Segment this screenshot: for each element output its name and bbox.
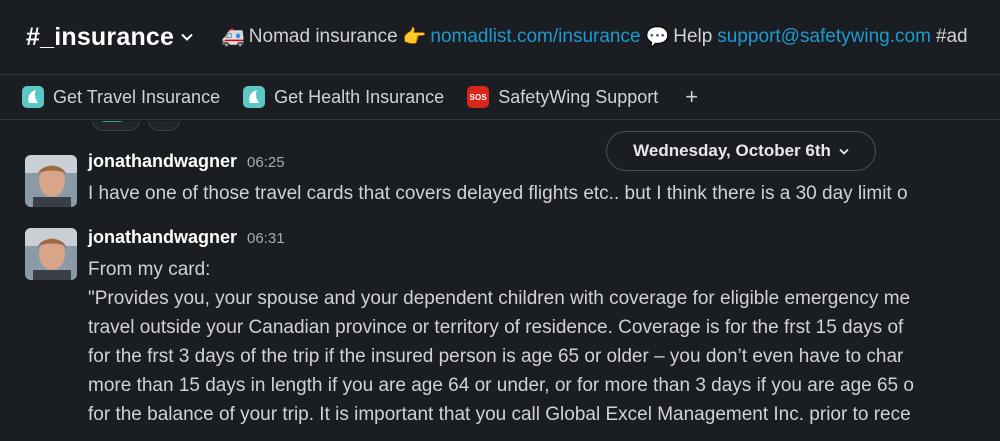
add-bookmark-button[interactable]: + — [685, 84, 698, 110]
channel-hash: # — [26, 22, 41, 51]
topic-text-help: Help — [673, 26, 713, 47]
topic-text-ad: #ad — [935, 26, 968, 47]
date-divider-label: Wednesday, October 6th — [633, 141, 831, 160]
message-line: From my card: — [88, 259, 211, 280]
message-line: more than 15 days in length if you are a… — [88, 375, 914, 396]
slack-channel-view: # _insurance 🚑 Nomad insurance 👉 nomadli… — [0, 0, 1000, 441]
topic-text-nomad-insurance: Nomad insurance — [248, 26, 398, 47]
message-list: Wednesday, October 6th jonathandwagner 0… — [0, 121, 1000, 441]
channel-header: # _insurance 🚑 Nomad insurance 👉 nomadli… — [0, 0, 1000, 74]
avatar[interactable] — [25, 228, 77, 280]
bookmark-get-travel-insurance[interactable]: Get Travel Insurance — [22, 86, 220, 108]
message-line: for the frst 3 days of the trip if the i… — [88, 346, 904, 367]
add-reaction-button[interactable] — [148, 121, 180, 131]
channel-name: _insurance — [40, 22, 175, 51]
bookmark-label: SafetyWing Support — [498, 86, 659, 107]
channel-topic: 🚑 Nomad insurance 👉 nomadlist.com/insura… — [221, 25, 967, 49]
date-divider-button[interactable]: Wednesday, October 6th — [606, 131, 876, 171]
chevron-down-icon — [181, 33, 193, 41]
safetywing-logo-icon — [22, 86, 44, 108]
ambulance-icon: 🚑 — [221, 27, 245, 48]
pointing-hand-icon: 👉 — [402, 27, 427, 48]
reaction-pill[interactable] — [92, 121, 140, 131]
message-line: I have one of those travel cards that co… — [88, 183, 908, 204]
chevron-down-icon — [839, 148, 849, 155]
message-timestamp[interactable]: 06:25 — [247, 154, 285, 171]
bookmark-get-health-insurance[interactable]: Get Health Insurance — [243, 86, 444, 108]
reactions-row — [92, 121, 188, 131]
bookmark-safetywing-support[interactable]: SOS SafetyWing Support — [467, 86, 658, 108]
avatar[interactable] — [25, 155, 77, 207]
message-line: travel outside your Canadian province or… — [88, 317, 904, 338]
message-body: I have one of those travel cards that co… — [88, 179, 1000, 208]
channel-name-button[interactable]: # _insurance — [26, 23, 193, 52]
author-name[interactable]: jonathandwagner — [88, 151, 237, 172]
bookmarks-bar: Get Travel Insurance Get Health Insuranc… — [0, 74, 1000, 120]
speech-bubble-icon: 💬 — [645, 27, 670, 48]
author-name[interactable]: jonathandwagner — [88, 227, 237, 248]
topic-link-support-email[interactable]: support@safetywing.com — [717, 26, 931, 48]
message-header: jonathandwagner 06:31 — [88, 227, 285, 248]
topic-link-nomadlist[interactable]: nomadlist.com/insurance — [430, 26, 640, 48]
message-line: "Provides you, your spouse and your depe… — [88, 288, 911, 309]
message-line: for the balance of your trip. It is impo… — [88, 404, 911, 425]
message-body: From my card: "Provides you, your spouse… — [88, 255, 1000, 429]
message-header: jonathandwagner 06:25 — [88, 151, 285, 172]
bookmark-label: Get Health Insurance — [274, 86, 445, 107]
safetywing-logo-icon — [243, 86, 266, 108]
message-timestamp[interactable]: 06:31 — [247, 230, 285, 247]
sos-icon: SOS — [467, 86, 490, 108]
bookmark-label: Get Travel Insurance — [53, 86, 221, 107]
